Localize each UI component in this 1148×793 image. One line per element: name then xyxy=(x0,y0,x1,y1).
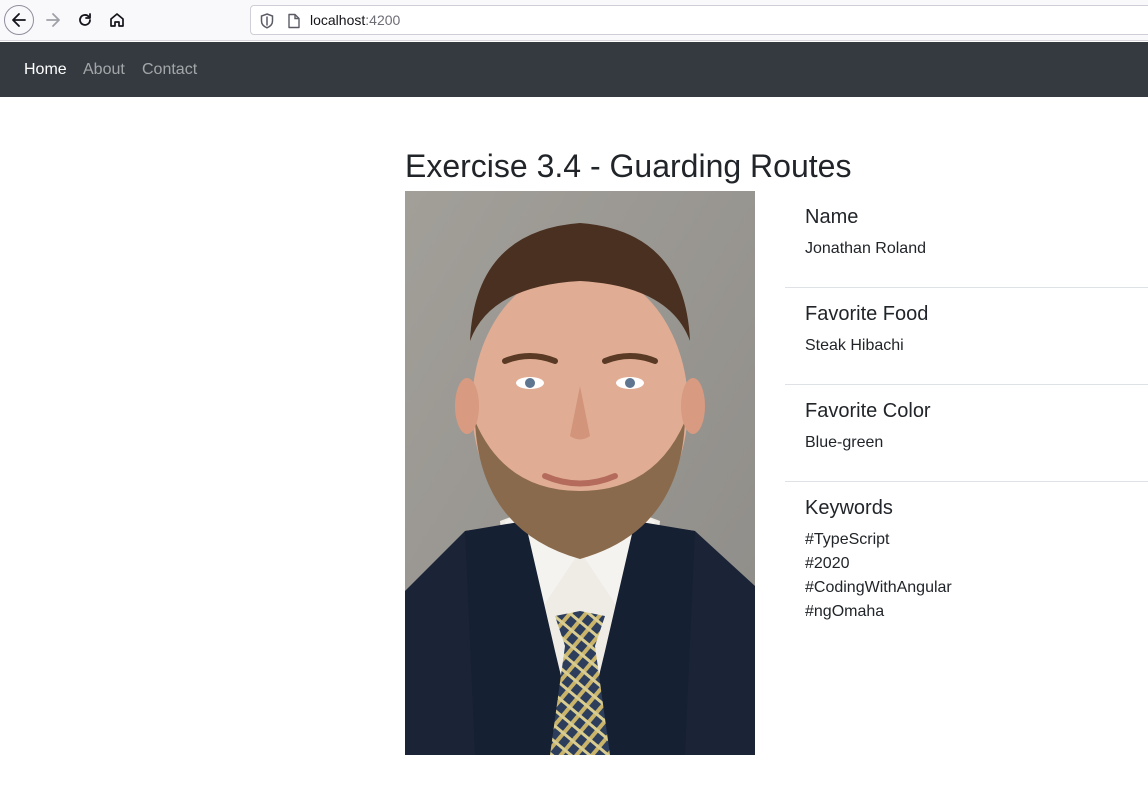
site-navbar: Home About Contact xyxy=(0,42,1148,97)
keyword-list: #TypeScript #2020 #CodingWithAngular #ng… xyxy=(805,528,1128,624)
detail-value: Steak Hibachi xyxy=(805,337,904,354)
shield-icon[interactable] xyxy=(260,13,274,29)
url-text[interactable]: localhost:4200 xyxy=(310,12,400,28)
detail-heading: Name xyxy=(805,206,859,228)
page-title: Exercise 3.4 - Guarding Routes xyxy=(405,148,852,184)
url-host: localhost xyxy=(310,12,366,28)
keyword-item: #TypeScript xyxy=(805,531,890,548)
nav-link-contact[interactable]: Contact xyxy=(142,61,197,79)
back-button[interactable] xyxy=(4,5,34,35)
reload-icon xyxy=(79,13,91,26)
detail-heading: Keywords xyxy=(805,497,893,519)
detail-favorite-color: Favorite Color Blue-green xyxy=(785,385,1148,482)
url-port: :4200 xyxy=(365,12,401,28)
keyword-item: #2020 xyxy=(805,555,850,572)
browser-toolbar: localhost:4200 xyxy=(0,0,1148,41)
arrow-left-icon xyxy=(12,13,26,27)
detail-keywords: Keywords #TypeScript #2020 #CodingWithAn… xyxy=(785,482,1148,620)
detail-value: Blue-green xyxy=(805,434,884,451)
profile-photo xyxy=(405,191,755,755)
keyword-item: #ngOmaha xyxy=(805,603,885,620)
forward-button[interactable] xyxy=(38,5,68,35)
nav-link-home[interactable]: Home xyxy=(24,61,67,79)
keyword-item: #CodingWithAngular xyxy=(805,579,952,596)
nav-link-about[interactable]: About xyxy=(83,61,125,79)
arrow-right-icon xyxy=(46,13,60,27)
page-icon xyxy=(288,13,300,29)
reload-button[interactable] xyxy=(70,5,100,35)
home-button[interactable] xyxy=(102,5,132,35)
detail-name: Name Jonathan Roland xyxy=(785,191,1148,288)
detail-heading: Favorite Color xyxy=(805,400,931,422)
profile-details: Name Jonathan Roland Favorite Food Steak… xyxy=(785,191,1148,620)
url-bar[interactable]: localhost:4200 xyxy=(250,5,1148,35)
detail-value: Jonathan Roland xyxy=(805,240,926,257)
home-icon xyxy=(110,13,124,27)
detail-favorite-food: Favorite Food Steak Hibachi xyxy=(785,288,1148,385)
detail-heading: Favorite Food xyxy=(805,303,929,325)
